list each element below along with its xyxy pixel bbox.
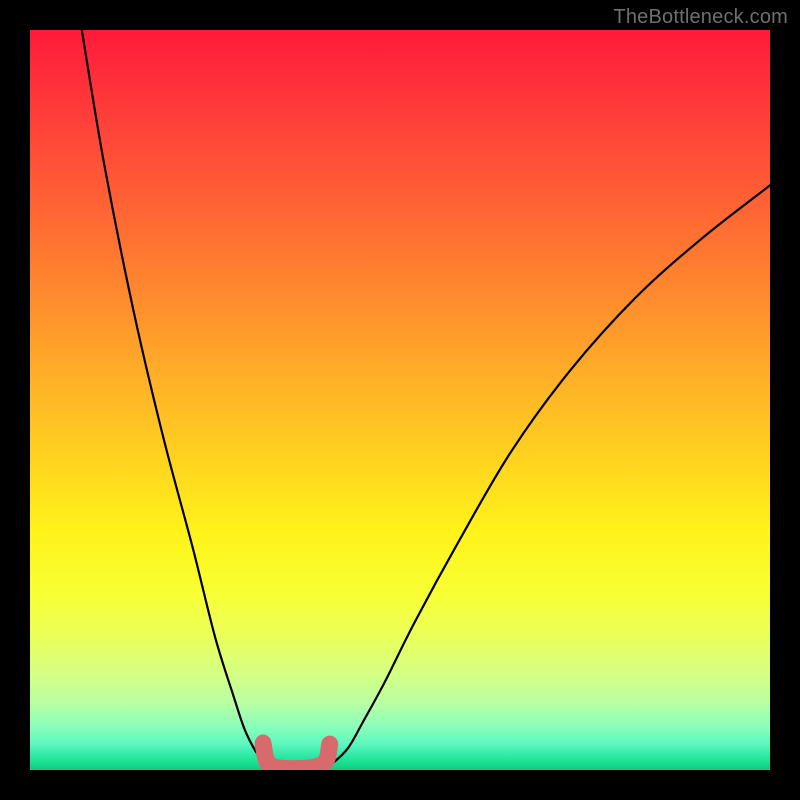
plot-area bbox=[30, 30, 770, 770]
left-curve bbox=[82, 30, 271, 766]
left-dot bbox=[255, 734, 271, 750]
right-curve bbox=[326, 185, 770, 766]
chart-frame: TheBottleneck.com bbox=[0, 0, 800, 800]
bottom-marker bbox=[263, 744, 330, 769]
curves-svg bbox=[30, 30, 770, 770]
watermark-text: TheBottleneck.com bbox=[613, 6, 788, 29]
